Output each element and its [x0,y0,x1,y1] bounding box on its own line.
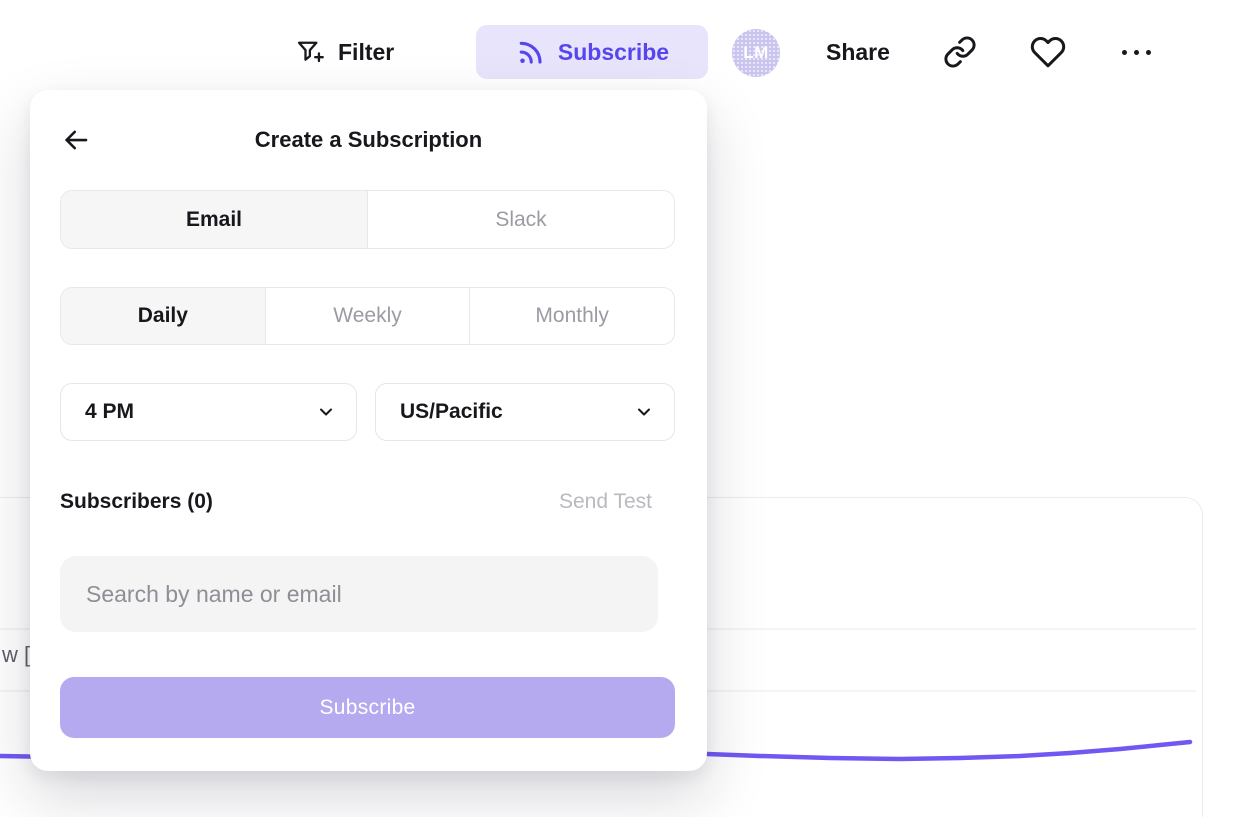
favorite-button[interactable] [1026,26,1070,78]
avatar-initials: LM [743,43,769,63]
tab-monthly[interactable]: Monthly [469,288,674,344]
subscribers-heading: Subscribers (0) [60,490,213,514]
heart-icon [1030,34,1066,70]
tab-weekly[interactable]: Weekly [265,288,470,344]
timezone-select-value: US/Pacific [400,400,503,424]
chevron-down-icon [634,402,654,422]
share-label: Share [826,39,890,66]
filter-button[interactable]: Filter [295,26,394,78]
subscribe-label: Subscribe [558,39,669,66]
ellipsis-icon [1122,50,1151,55]
rss-icon [515,37,545,67]
chevron-down-icon [316,402,336,422]
more-options-button[interactable] [1114,26,1158,78]
time-select-value: 4 PM [85,400,134,424]
frequency-tabs: Daily Weekly Monthly [60,287,675,345]
create-subscription-modal: Create a Subscription Email Slack Daily … [30,90,707,771]
subscribe-button[interactable]: Subscribe [476,25,708,79]
subscribe-submit-button[interactable]: Subscribe [60,677,675,738]
modal-title: Create a Subscription [30,127,707,153]
subscriber-search-input[interactable] [60,556,658,632]
filter-label: Filter [338,39,394,66]
tab-slack[interactable]: Slack [367,191,674,248]
channel-tabs: Email Slack [60,190,675,249]
tab-daily[interactable]: Daily [61,288,265,344]
copy-link-button[interactable] [938,26,982,78]
avatar[interactable]: LM [732,29,780,77]
tab-email[interactable]: Email [61,191,367,248]
filter-plus-icon [295,37,325,67]
toolbar: Filter Subscribe LM Share [0,0,1234,104]
link-icon [943,35,977,69]
share-button[interactable]: Share [826,26,890,78]
time-select[interactable]: 4 PM [60,383,357,441]
send-test-button[interactable]: Send Test [559,490,652,514]
partial-row-text: w [ [2,642,30,668]
timezone-select[interactable]: US/Pacific [375,383,675,441]
